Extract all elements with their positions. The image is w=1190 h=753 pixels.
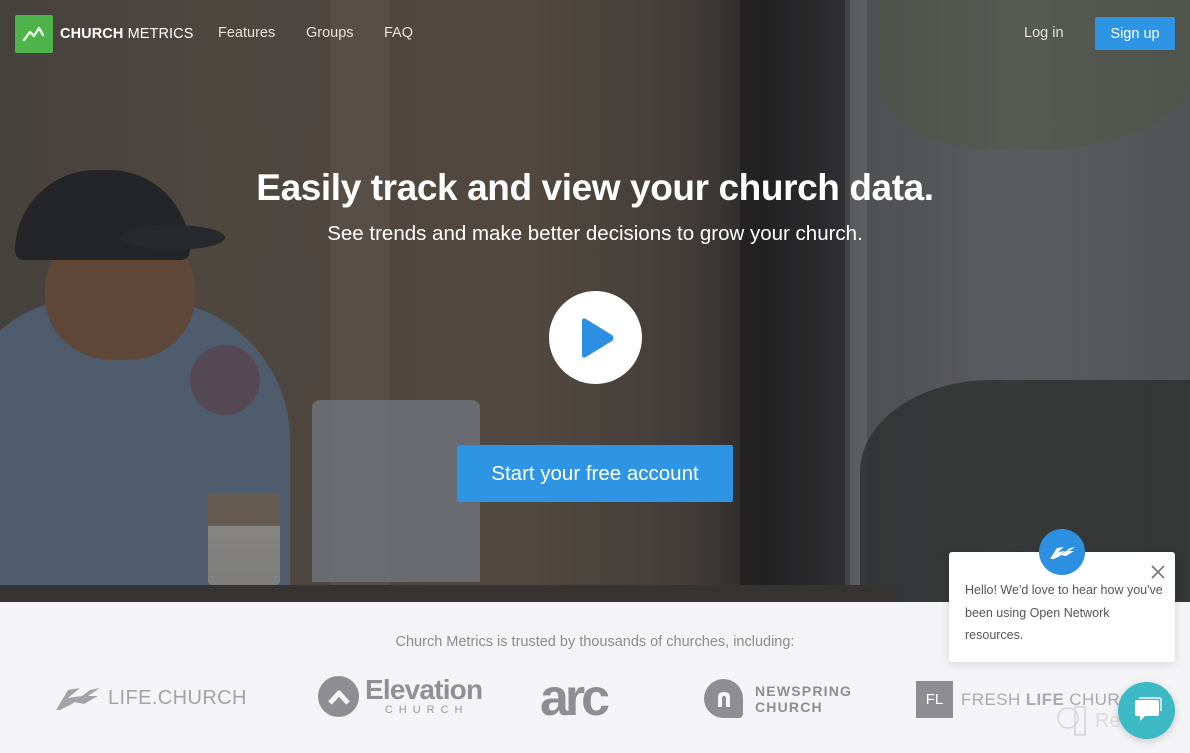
elevation-words: Elevation CHURCH [365,674,483,717]
login-link[interactable]: Log in [1024,25,1064,41]
newspring-line2: CHURCH [755,698,823,715]
life-church-icon [1050,547,1075,559]
newspring-words: NEWSPRING CHURCH [755,683,852,715]
newspring-n-icon [704,679,743,718]
nav-link-groups[interactable]: Groups [306,25,354,41]
play-icon [581,317,613,358]
start-free-account-button[interactable]: Start your free account [457,445,733,502]
chat-bubble-icon [1134,696,1162,721]
logo-life-church: LIFE.CHURCH [50,684,247,712]
top-nav: CHURCH METRICS Features Groups FAQ Log i… [0,0,1190,68]
logo-arc: arc [540,669,610,727]
nav-link-faq[interactable]: FAQ [384,25,413,41]
elevation-name: Elevation [365,674,483,705]
life-church-icon [56,688,100,710]
signup-button[interactable]: Sign up [1095,17,1175,50]
logo-elevation-church: Elevation CHURCH [318,674,483,717]
page: CHURCH METRICS Features Groups FAQ Log i… [0,0,1190,753]
fresh-life-name-light: FRESH [961,689,1026,709]
chat-avatar [1039,529,1085,575]
hero-section: CHURCH METRICS Features Groups FAQ Log i… [0,0,1190,602]
brand-name: CHURCH METRICS [60,26,194,42]
chart-line-icon [15,15,53,53]
chat-message: Hello! We'd love to hear how you've been… [965,583,1163,642]
logo-newspring-church: NEWSPRING CHURCH [704,679,852,718]
brand-logo[interactable]: CHURCH METRICS [15,15,194,53]
close-icon[interactable] [1149,563,1167,581]
life-church-name: LIFE.CHURCH [108,686,247,709]
revain-logo-icon [1057,706,1086,736]
elevation-chevron-icon [318,676,359,717]
hero-headline: Easily track and view your church data. [256,167,934,208]
brand-name-light: METRICS [123,26,194,42]
elevation-sub: CHURCH [384,704,469,716]
fresh-life-badge: FL [916,681,953,718]
chat-launcher-button[interactable] [1118,682,1175,739]
play-video-button[interactable] [549,291,642,384]
newspring-line1: NEWSPRING [755,682,853,699]
hero-subhead: See trends and make better decisions to … [327,222,863,245]
nav-link-features[interactable]: Features [218,25,275,41]
brand-name-bold: CHURCH [60,26,124,42]
